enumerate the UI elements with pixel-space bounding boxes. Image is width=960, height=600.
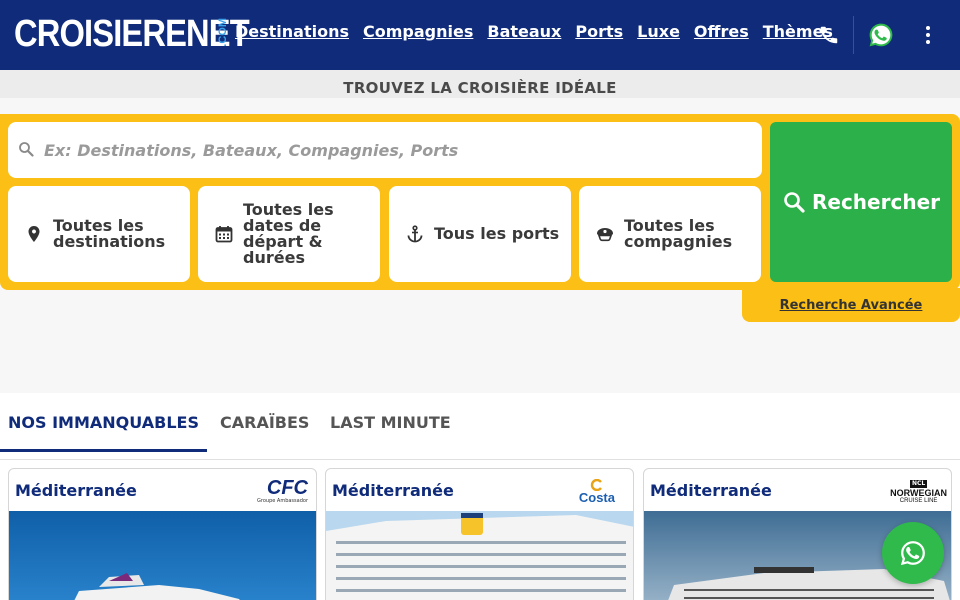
search-button-label: Rechercher (811, 190, 940, 214)
tab-immanquables[interactable]: NOS IMMANQUABLES (8, 413, 199, 432)
destinations-filter-label: Toutes les destinations (53, 216, 166, 251)
tab-caraibes[interactable]: CARAÏBES (220, 413, 309, 432)
logo-wordmark: CROISIERENET (14, 13, 250, 55)
nav-offres[interactable]: Offres (694, 22, 749, 41)
location-pin-icon (28, 226, 40, 242)
card-region: Méditerranée (332, 481, 454, 500)
search-icon (784, 192, 805, 213)
header-divider (853, 16, 854, 54)
whatsapp-icon[interactable] (867, 21, 895, 49)
companies-filter-label: Toutes les compagnies (624, 216, 733, 251)
nav-compagnies[interactable]: Compagnies (363, 22, 473, 41)
card-header: Méditerranée CFC Groupe Ambassador (9, 469, 316, 511)
ncl-logo: NCL NORWEGIAN CRUISE LINE (890, 480, 947, 504)
active-tab-indicator (0, 449, 207, 452)
companies-filter[interactable]: Toutes les compagnies (579, 186, 761, 282)
ports-filter[interactable]: Tous les ports (389, 186, 571, 282)
search-input[interactable] (44, 138, 744, 162)
ship-image (9, 511, 316, 600)
advanced-search-link[interactable]: Recherche Avancée (780, 298, 923, 313)
nav-bateaux[interactable]: Bateaux (487, 22, 561, 41)
nav-ports[interactable]: Ports (575, 22, 623, 41)
card-region: Méditerranée (650, 481, 772, 500)
search-button[interactable]: Rechercher (770, 122, 952, 282)
site-logo[interactable]: CROISIERENET .COM (14, 13, 250, 55)
search-heading: TROUVEZ LA CROISIÈRE IDÉALE (0, 70, 960, 98)
main-nav: Destinations Compagnies Bateaux Ports Lu… (235, 22, 847, 41)
calendar-icon (215, 226, 233, 243)
dates-filter-label: Toutes les dates de départ & durées (243, 200, 334, 267)
anchor-icon (407, 225, 423, 243)
cfc-logo: CFC Groupe Ambassador (257, 477, 308, 504)
tab-last-minute[interactable]: LAST MINUTE (330, 413, 451, 432)
cruise-card[interactable]: Méditerranée Costa (325, 468, 634, 600)
more-vertical-icon[interactable] (925, 26, 931, 44)
whatsapp-chat-button[interactable] (882, 522, 944, 584)
phone-icon[interactable] (818, 24, 840, 46)
costa-logo: Costa (579, 475, 615, 505)
nav-destinations[interactable]: Destinations (235, 22, 349, 41)
card-region: Méditerranée (15, 481, 137, 500)
captain-hat-icon (597, 228, 613, 242)
logo-suffix: .COM (217, 18, 229, 47)
search-box[interactable] (8, 122, 762, 178)
ship-image (326, 511, 633, 600)
whatsapp-icon (900, 541, 925, 566)
search-icon (19, 142, 34, 157)
site-header: CROISIERENET .COM Destinations Compagnie… (0, 0, 960, 70)
destinations-filter[interactable]: Toutes les destinations (8, 186, 190, 282)
dates-filter[interactable]: Toutes les dates de départ & durées (198, 186, 380, 282)
advanced-search-tab: Recherche Avancée (742, 288, 960, 322)
cruise-card[interactable]: Méditerranée CFC Groupe Ambassador (8, 468, 317, 600)
card-header: Méditerranée Costa (326, 469, 633, 511)
ports-filter-label: Tous les ports (434, 224, 560, 243)
search-title: TROUVEZ LA CROISIÈRE IDÉALE (343, 79, 617, 97)
nav-luxe[interactable]: Luxe (637, 22, 680, 41)
card-header: Méditerranée NCL NORWEGIAN CRUISE LINE (644, 469, 951, 511)
